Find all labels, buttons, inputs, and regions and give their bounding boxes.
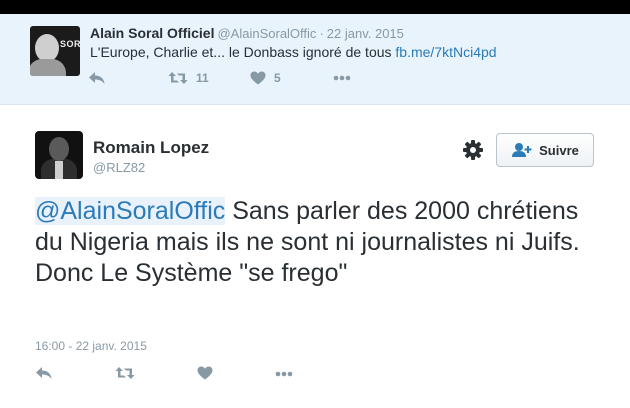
separator-dot: · — [319, 26, 324, 41]
favorite-button[interactable] — [197, 366, 213, 380]
gear-icon[interactable] — [462, 139, 484, 161]
parent-text-body: L'Europe, Charlie et... le Donbass ignor… — [90, 44, 396, 60]
more-icon — [275, 371, 293, 377]
retweet-count: 11 — [196, 71, 209, 85]
heart-icon — [197, 366, 213, 380]
reply-icon — [36, 367, 52, 379]
avatar-brand-text: SORAL — [60, 39, 80, 49]
parent-author[interactable]: Alain Soral Officiel @AlainSoralOffic · 22 … — [90, 25, 404, 41]
heart-icon — [250, 71, 266, 85]
more-icon — [333, 75, 351, 81]
tweet-timestamp[interactable]: 16:00 - 22 janv. 2015 — [35, 339, 147, 353]
parent-author-handle[interactable]: @AlainSoralOffic — [217, 26, 316, 41]
follow-label: Suivre — [539, 142, 579, 158]
reply-button[interactable] — [88, 71, 106, 85]
tweet-text: @AlainSoralOffic Sans parler des 2000 ch… — [35, 196, 595, 289]
favorite-button[interactable]: 5 — [250, 71, 281, 85]
parent-link[interactable]: fb.me/7ktNci4pd — [395, 44, 496, 60]
retweet-icon — [115, 367, 135, 379]
author-name[interactable]: Romain Lopez — [93, 138, 209, 158]
parent-author-name[interactable]: Alain Soral Officiel — [90, 25, 214, 41]
author-handle[interactable]: @RLZ82 — [93, 160, 145, 175]
parent-tweet-text: L'Europe, Charlie et... le Donbass ignor… — [90, 44, 497, 60]
top-bar — [0, 0, 630, 14]
parent-date[interactable]: 22 janv. 2015 — [327, 26, 404, 41]
reply-button[interactable] — [35, 366, 53, 380]
more-button[interactable] — [275, 371, 293, 377]
more-button[interactable] — [333, 75, 351, 81]
follow-user-icon — [512, 143, 532, 157]
retweet-button[interactable]: 11 — [168, 71, 209, 85]
author-avatar[interactable] — [35, 131, 83, 179]
parent-tweet[interactable]: SORAL Alain Soral Officiel@AlainSoralOff… — [0, 14, 630, 105]
favorite-count: 5 — [274, 71, 281, 85]
reply-icon — [89, 72, 105, 84]
retweet-button[interactable] — [115, 366, 135, 380]
retweet-icon — [168, 72, 188, 84]
follow-button[interactable]: Suivre — [496, 133, 594, 167]
parent-avatar[interactable]: SORAL — [30, 26, 80, 76]
mention-link[interactable]: @AlainSoralOffic — [35, 197, 226, 225]
